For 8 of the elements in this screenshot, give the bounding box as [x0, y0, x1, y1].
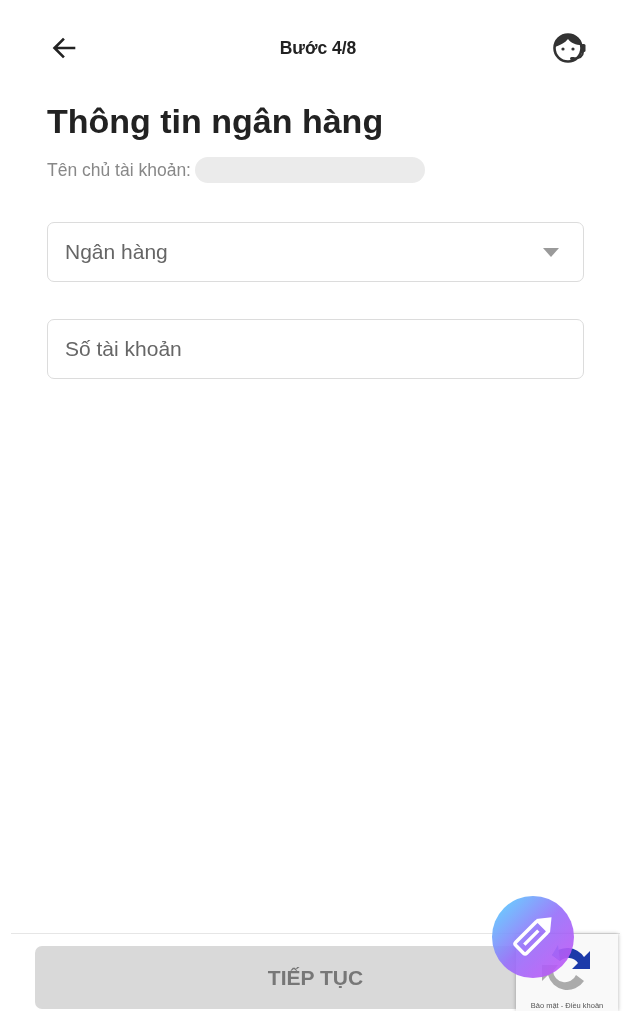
- page-heading: Thông tin ngân hàng: [47, 101, 385, 142]
- step-title: Bước 4/8: [279, 37, 357, 60]
- account-holder-label: Tên chủ tài khoản:: [47, 159, 191, 182]
- select-field[interactable]: Ngân hàng: [47, 222, 584, 282]
- input-field[interactable]: Số tài khoản: [47, 319, 584, 379]
- caret-icon: [543, 247, 559, 257]
- pencil-icon: [511, 915, 555, 959]
- support-agent-icon[interactable]: [552, 31, 586, 65]
